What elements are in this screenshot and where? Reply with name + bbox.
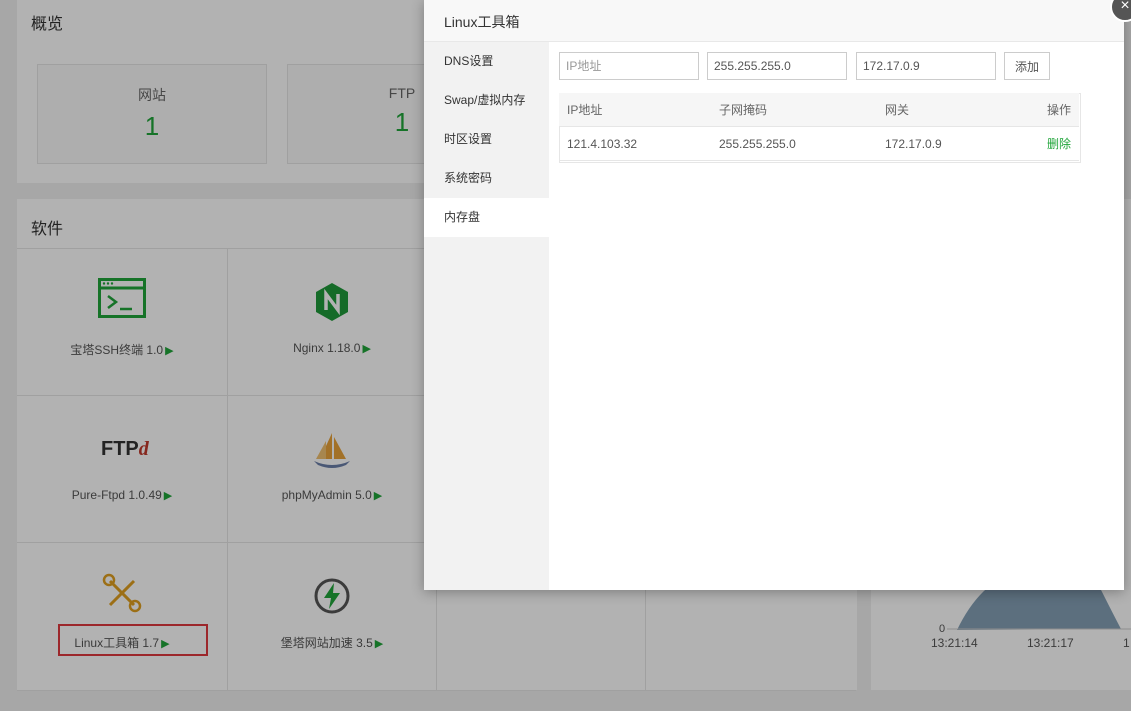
sidebar-item-password[interactable]: 系统密码 <box>424 159 549 198</box>
subnet-mask-input[interactable] <box>707 52 847 80</box>
column-header: 子网掩码 <box>711 93 877 127</box>
dialog-header: Linux工具箱 <box>424 0 1124 42</box>
sidebar-item-ramdisk[interactable]: 内存盘 <box>424 198 549 237</box>
table-row: 121.4.103.32 255.255.255.0 172.17.0.9 删除 <box>559 126 1079 161</box>
dialog-title: Linux工具箱 <box>444 14 520 30</box>
gateway-input[interactable] <box>856 52 996 80</box>
action-cell: 删除 <box>1007 126 1079 161</box>
delete-link[interactable]: 删除 <box>1047 137 1071 151</box>
mask-cell: 255.255.255.0 <box>711 126 877 161</box>
dialog-content: 添加 IP地址 子网掩码 网关 操作 121.4.103.32 255.255.… <box>549 42 1124 590</box>
add-button[interactable]: 添加 <box>1004 52 1050 80</box>
ip-cell: 121.4.103.32 <box>559 126 711 161</box>
column-header: 网关 <box>877 93 1008 127</box>
column-header: IP地址 <box>559 93 711 127</box>
column-header: 操作 <box>1007 93 1079 127</box>
gateway-cell: 172.17.0.9 <box>877 126 1008 161</box>
ip-input[interactable] <box>559 52 699 80</box>
ip-table: IP地址 子网掩码 网关 操作 121.4.103.32 255.255.255… <box>559 93 1079 161</box>
sidebar-item-timezone[interactable]: 时区设置 <box>424 120 549 159</box>
dialog-sidebar: DNS设置 Swap/虚拟内存 时区设置 系统密码 内存盘 <box>424 42 549 590</box>
linux-toolbox-dialog: Linux工具箱 DNS设置 Swap/虚拟内存 时区设置 系统密码 内存盘 添… <box>424 0 1124 590</box>
sidebar-item-dns[interactable]: DNS设置 <box>424 42 549 81</box>
table-header-row: IP地址 子网掩码 网关 操作 <box>559 93 1079 127</box>
sidebar-item-swap[interactable]: Swap/虚拟内存 <box>424 81 549 120</box>
